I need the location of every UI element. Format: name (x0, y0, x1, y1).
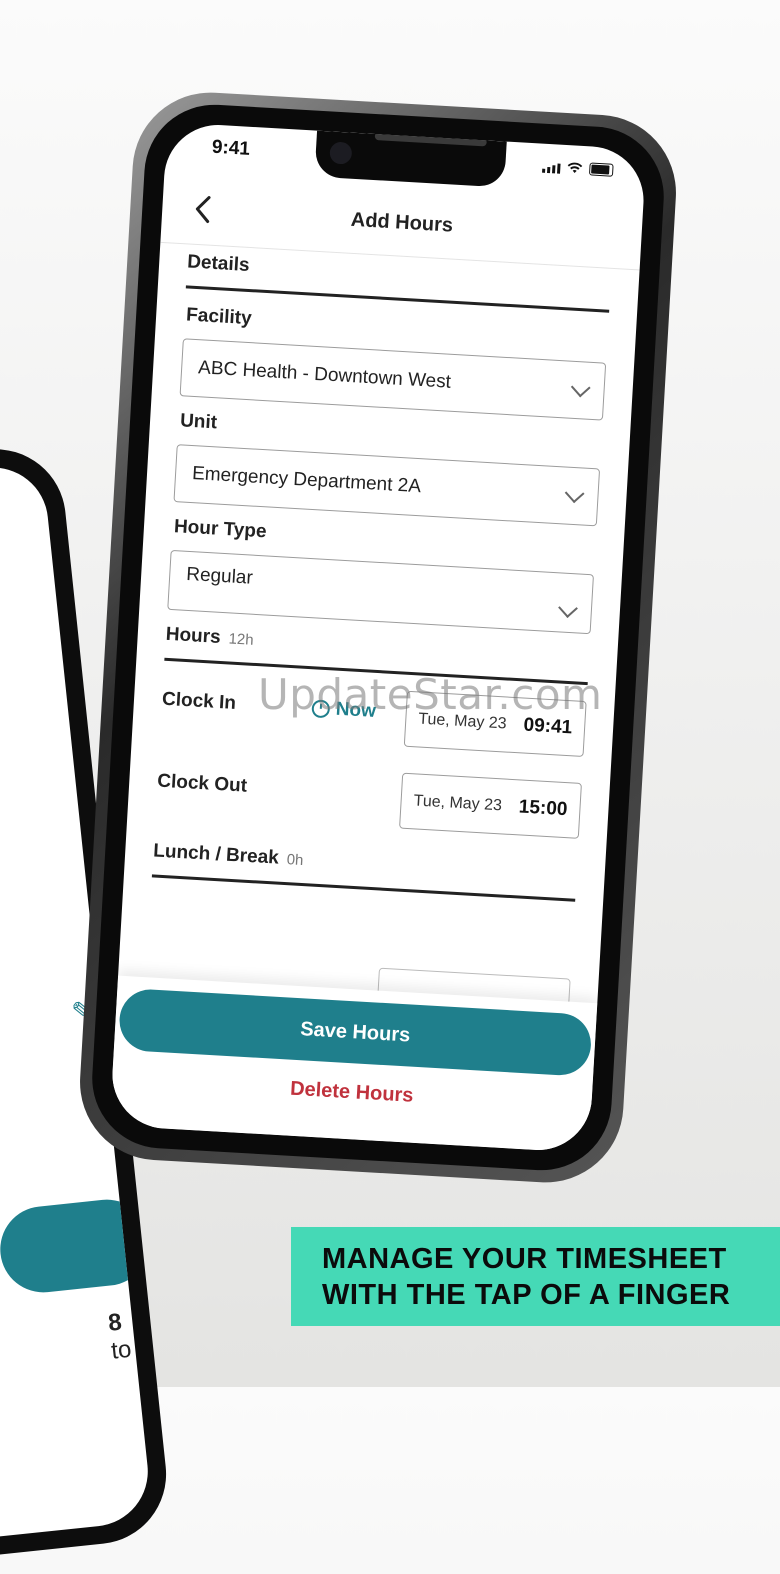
secondary-phone-word: to (109, 1335, 133, 1365)
facility-select[interactable]: ABC Health - Downtown West (179, 338, 607, 421)
status-time: 9:41 (211, 136, 251, 160)
delete-hours-button[interactable]: Delete Hours (111, 1067, 592, 1118)
status-icons (542, 160, 614, 177)
save-hours-button[interactable]: Save Hours (117, 987, 593, 1077)
lunch-heading: Lunch / Break (152, 840, 280, 869)
form-content: Details Facility ABC Health - Downtown W… (151, 251, 612, 917)
unit-select[interactable]: Emergency Department 2A (173, 444, 601, 527)
hours-total: 12h (228, 630, 255, 649)
clock-out-datetime[interactable]: Tue, May 23 15:00 (399, 772, 582, 839)
clock-out-label: Clock Out (156, 770, 248, 797)
battery-icon (588, 162, 614, 177)
bottom-action-bar: Save Hours Delete Hours (109, 975, 598, 1153)
secondary-phone-number: 8 (106, 1308, 124, 1337)
chevron-down-icon (570, 377, 591, 398)
hour-type-value: Regular (185, 563, 254, 589)
page-title: Add Hours (350, 208, 454, 237)
clock-out-date: Tue, May 23 (413, 792, 503, 815)
secondary-phone-text: 8 to (107, 1307, 137, 1365)
promo-line-1: MANAGE YOUR TIMESHEET (322, 1242, 727, 1275)
chevron-down-icon (558, 598, 578, 619)
chevron-down-icon (564, 483, 585, 504)
speaker (374, 131, 487, 147)
wifi-icon (567, 162, 583, 175)
facility-value: ABC Health - Downtown West (197, 357, 452, 393)
lunch-section-title: Lunch / Break 0h (151, 840, 578, 902)
unit-value: Emergency Department 2A (191, 463, 422, 498)
phone-screen: 9:41 Add Hours Details Facility ABC Heal… (109, 122, 647, 1153)
clock-out-time: 15:00 (518, 796, 569, 821)
lunch-total: 0h (286, 851, 304, 870)
clock-out-row: Clock Out Tue, May 23 15:00 (155, 759, 582, 853)
camera-icon (329, 141, 353, 165)
main-phone: 9:41 Add Hours Details Facility ABC Heal… (75, 88, 681, 1187)
promo-line-2: WITH THE TAP OF A FINGER (322, 1278, 731, 1311)
details-heading: Details (186, 251, 251, 276)
phone-body: 9:41 Add Hours Details Facility ABC Heal… (88, 100, 668, 1175)
notch (314, 130, 507, 188)
watermark: UpdateStar.com (258, 670, 603, 719)
secondary-primary-button (0, 1195, 154, 1297)
hours-heading: Hours (165, 623, 222, 648)
signal-icon (542, 163, 561, 174)
hour-type-select[interactable]: Regular (167, 549, 594, 635)
promo-banner: MANAGE YOUR TIMESHEET WITH THE TAP OF A … (291, 1227, 780, 1326)
